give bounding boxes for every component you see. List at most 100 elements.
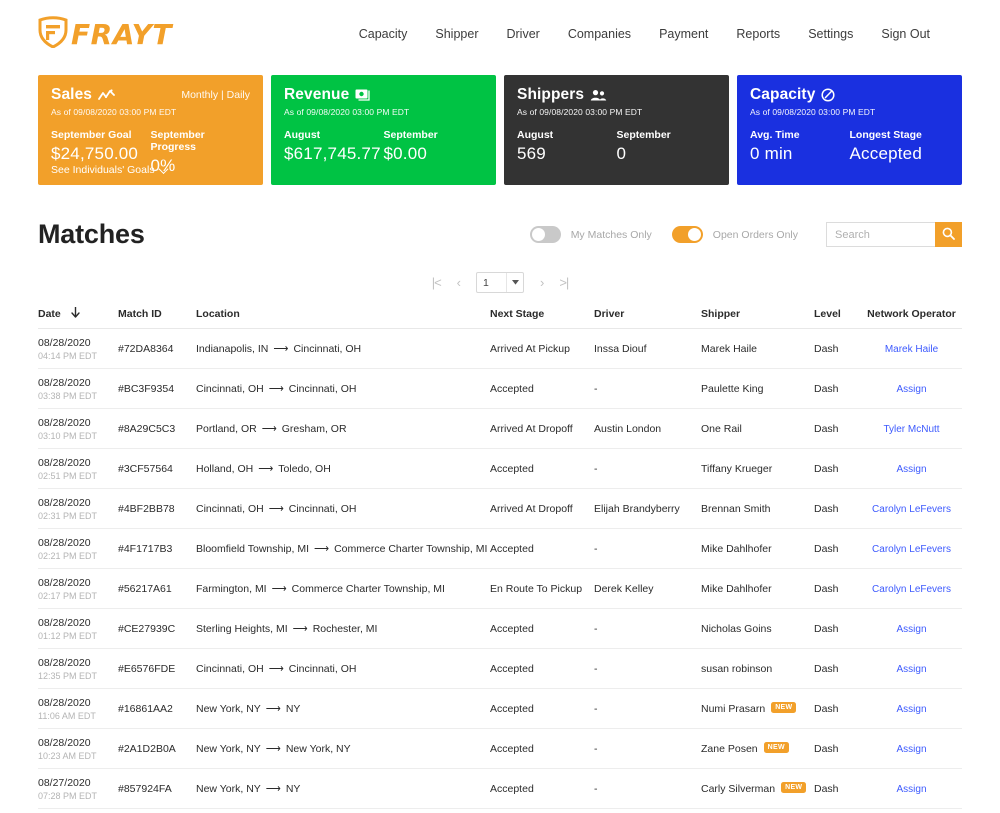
nav-item-settings[interactable]: Settings (808, 27, 853, 41)
nav-item-shipper[interactable]: Shipper (435, 27, 478, 41)
network-operator-link[interactable]: Carolyn LeFevers (872, 544, 951, 555)
cell-next-stage: Arrived At Dropoff (490, 422, 573, 435)
network-operator-link[interactable]: Carolyn LeFevers (872, 584, 951, 595)
cell-location: Portland, OR ⟶ Gresham, OR (196, 423, 490, 435)
card-title: Shippers (517, 86, 585, 103)
nav-item-sign-out[interactable]: Sign Out (881, 27, 930, 41)
cell-next-stage: Arrived At Pickup (490, 342, 570, 355)
card-period-toggle[interactable]: Monthly | Daily (181, 89, 250, 101)
location-destination: New York, NY (285, 742, 351, 755)
pagination-last-button[interactable]: >| (559, 275, 569, 290)
row-date: 08/28/2020 (38, 496, 91, 509)
pagination-first-button[interactable]: |< (432, 275, 442, 290)
card-stat-label: September Progress (150, 129, 205, 153)
my-matches-only-toggle[interactable] (529, 226, 561, 243)
pagination-next-button[interactable]: › (540, 275, 544, 290)
table-row[interactable]: 08/28/2020 03:10 PM EDT #8A29C5C3 Portland,… (38, 409, 962, 449)
nav-item-companies[interactable]: Companies (568, 27, 631, 41)
column-header-match-id[interactable]: Match ID (118, 308, 196, 320)
cell-level: Dash (814, 742, 839, 755)
table-row[interactable]: 08/28/2020 11:06 AM EDT #16861AA2 New York,… (38, 689, 962, 729)
cell-driver: - (594, 782, 598, 795)
stat-cards: Sales Monthly | Daily As of 09/08/2020 0… (0, 68, 1000, 185)
shield-f-icon (38, 15, 68, 53)
pagination-page-select[interactable]: 1 (476, 272, 524, 293)
cell-next-stage: Accepted (490, 782, 534, 795)
table-row[interactable]: 08/28/2020 02:21 PM EDT #4F1717B3 Bloomfiel… (38, 529, 962, 569)
table-row[interactable]: 08/28/2020 02:51 PM EDT #3CF57564 Holland, … (38, 449, 962, 489)
row-date: 08/28/2020 (38, 656, 91, 669)
cell-shipper: susan robinson (701, 663, 814, 675)
location-destination: Cincinnati, OH (288, 382, 357, 395)
stat-card-shippers: Shippers As of 09/08/2020 03:00 PM EDT A… (504, 75, 729, 185)
open-orders-only-toggle[interactable] (671, 226, 703, 243)
card-stat-value: $617,745.77 (284, 144, 381, 163)
card-stats: August 569 September 0 (517, 129, 716, 164)
network-operator-link[interactable]: Assign (896, 664, 926, 675)
main-nav: Capacity Shipper Driver Companies Paymen… (359, 27, 962, 41)
shipper-name: Mike Dahlhofer (701, 542, 772, 555)
arrow-right-icon: ⟶ (314, 542, 330, 555)
table-row[interactable]: 08/28/2020 01:12 PM EDT #CE27939C Sterling … (38, 609, 962, 649)
column-header-location[interactable]: Location (196, 308, 490, 320)
cell-match-id: #8A29C5C3 (118, 422, 176, 435)
search-button[interactable] (935, 222, 962, 247)
network-operator-link[interactable]: Assign (896, 624, 926, 635)
nav-item-capacity[interactable]: Capacity (359, 27, 408, 41)
card-header: Capacity (750, 86, 949, 104)
card-timestamp: As of 09/08/2020 03:00 PM EDT (51, 107, 177, 117)
column-header-network-operator[interactable]: Network Operator (861, 308, 962, 320)
column-header-date-label: Date (38, 307, 61, 320)
cell-shipper: Marek Haile (701, 343, 814, 355)
pagination-prev-button[interactable]: ‹ (457, 275, 461, 290)
network-operator-link[interactable]: Assign (896, 744, 926, 755)
row-time: 02:17 PM EDT (38, 590, 98, 601)
cell-match-id: #2A1D2B0A (118, 742, 176, 755)
table-row[interactable]: 08/28/2020 10:23 AM EDT #2A1D2B0A New York,… (38, 729, 962, 769)
network-operator-link[interactable]: Assign (896, 464, 926, 475)
network-operator-link[interactable]: Tyler McNutt (883, 424, 939, 435)
arrow-right-icon: ⟶ (268, 382, 284, 395)
cell-driver: - (594, 382, 598, 395)
card-stats: August $617,745.77 September $0.00 (284, 129, 483, 164)
row-date: 08/28/2020 (38, 616, 91, 629)
network-operator-link[interactable]: Assign (896, 704, 926, 715)
cell-driver: Austin London (594, 422, 662, 435)
row-time: 07:28 PM EDT (38, 790, 98, 801)
network-operator-link[interactable]: Carolyn LeFevers (872, 504, 951, 515)
status-badge-new: NEW (771, 702, 797, 713)
search-input[interactable] (826, 222, 935, 247)
table-row[interactable]: 08/28/2020 12:35 PM EDT #E6576FDE Cincinnat… (38, 649, 962, 689)
table-row[interactable]: 08/28/2020 02:17 PM EDT #56217A61 Farmingto… (38, 569, 962, 609)
cell-driver: - (594, 622, 598, 635)
nav-item-payment[interactable]: Payment (659, 27, 708, 41)
column-header-shipper[interactable]: Shipper (701, 308, 814, 320)
search-icon (942, 227, 955, 243)
column-header-driver[interactable]: Driver (594, 308, 701, 320)
table-row[interactable]: 08/28/2020 02:31 PM EDT #4BF2BB78 Cincinnat… (38, 489, 962, 529)
table-row[interactable]: 08/27/2020 07:28 PM EDT #857924FA New York,… (38, 769, 962, 809)
cell-location: Bloomfield Township, MI ⟶ Commerce Charter… (196, 543, 490, 555)
arrow-right-icon: ⟶ (265, 702, 281, 715)
cell-next-stage: Accepted (490, 542, 534, 555)
network-operator-link[interactable]: Marek Haile (885, 344, 938, 355)
column-header-date[interactable]: Date (38, 306, 118, 321)
cell-network-operator: Assign (861, 623, 962, 635)
column-header-level[interactable]: Level (814, 308, 861, 320)
app-logo[interactable]: FRAYT (38, 15, 172, 53)
shipper-name: Brennan Smith (701, 502, 771, 515)
network-operator-link[interactable]: Assign (896, 784, 926, 795)
card-title: Revenue (284, 86, 350, 103)
see-individuals-goals-link[interactable]: See Individuals' Goals (51, 163, 169, 176)
table-row[interactable]: 08/28/2020 04:14 PM EDT #72DA8364 Indianapo… (38, 329, 962, 369)
shipper-name: Zane Posen (701, 742, 758, 755)
shipper-name: Numi Prasarn (701, 702, 766, 715)
card-stat-value: $0.00 (383, 144, 428, 163)
cell-match-id: #3CF57564 (118, 462, 173, 475)
nav-item-driver[interactable]: Driver (506, 27, 539, 41)
network-operator-link[interactable]: Assign (896, 384, 926, 395)
table-row[interactable]: 08/28/2020 03:38 PM EDT #BC3F9354 Cincinnat… (38, 369, 962, 409)
card-header: Revenue (284, 86, 483, 104)
column-header-next-stage[interactable]: Next Stage (490, 308, 594, 320)
nav-item-reports[interactable]: Reports (736, 27, 780, 41)
